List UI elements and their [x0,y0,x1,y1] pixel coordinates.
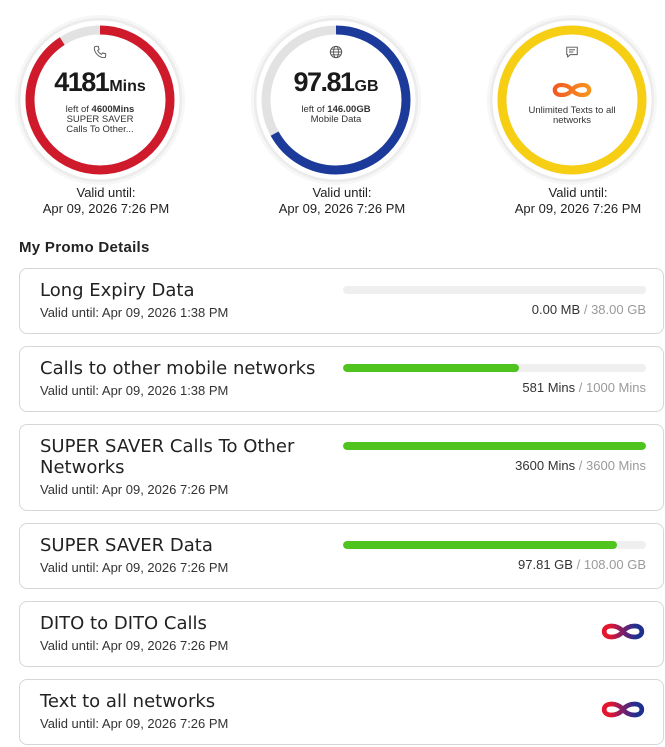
promo-usage: 581 Mins / 1000 Mins [343,358,646,399]
promo-validity: Valid until: Apr 09, 2026 7:26 PM [40,638,229,653]
remaining-unit: GB [354,78,379,95]
promo-name: Calls to other mobile networks [40,358,316,379]
progress-bar [343,364,646,372]
promo-usage: 0.00 MB / 38.00 GB [343,280,646,321]
promo-name: SUPER SAVER Data [40,535,213,556]
promo-validity: Valid until: Apr 09, 2026 1:38 PM [40,305,229,320]
promo-info: Long Expiry Data Valid until: Apr 09, 20… [40,280,340,321]
progress-fill [343,442,646,450]
progress-bar [343,442,646,450]
gauge-remaining: 97.81GB [246,66,426,103]
gauge-texts[interactable]: Unlimited Texts to all networks Valid un… [482,0,662,222]
usage-amount: 0.00 MB / 38.00 GB [343,302,646,318]
promo-name: Long Expiry Data [40,280,195,301]
remaining-unit: Mins [109,78,146,95]
promo-usage: 97.81 GB / 108.00 GB [343,535,646,576]
total-amount: 38.00 GB [591,302,646,317]
remaining-amount: 0.00 MB [531,302,581,317]
amount-separator: / [576,557,581,572]
remaining-value: 4181 [54,67,110,97]
promo-card[interactable]: SUPER SAVER Data Valid until: Apr 09, 20… [19,523,664,589]
valid-until-date: Apr 09, 2026 7:26 PM [42,201,170,216]
promo-name: Text to all networks [40,691,216,712]
remaining-amount: 581 Mins [522,380,576,395]
infinity-icon [601,701,645,718]
valid-until-label: Valid until: [312,185,372,200]
gauge-remaining: 4181Mins [10,66,190,103]
progress-bar [343,541,646,549]
promo-info: DITO to DITO Calls Valid until: Apr 09, … [40,613,340,654]
amount-separator: / [578,458,583,473]
chat-icon [565,45,579,59]
progress-fill [343,364,520,372]
remaining-amount: 97.81 GB [518,557,573,572]
globe-icon [329,45,343,59]
infinity-icon [601,623,645,640]
promo-validity: Valid until: Apr 09, 2026 7:26 PM [40,560,229,575]
amount-separator: / [583,302,588,317]
promo-info: SUPER SAVER Calls To Other Networks Vali… [40,436,340,498]
promo-name: SUPER SAVER Calls To Other Networks [40,436,295,478]
valid-until-date: Apr 09, 2026 7:26 PM [514,201,642,216]
usage-amount: 97.81 GB / 108.00 GB [343,557,646,573]
section-title: My Promo Details [19,239,150,256]
promo-info: Text to all networks Valid until: Apr 09… [40,691,340,732]
valid-until-label: Valid until: [76,185,136,200]
gauge-validity: Valid until: Apr 09, 2026 7:26 PM [252,185,432,217]
promo-card[interactable]: Calls to other mobile networks Valid unt… [19,346,664,412]
gauge-description: Unlimited Texts to all networks [528,105,616,126]
usage-amount: 581 Mins / 1000 Mins [343,380,646,396]
gauge-description-line: Mobile Data [310,114,362,125]
promo-usage [343,613,646,654]
promo-validity: Valid until: Apr 09, 2026 7:26 PM [40,482,229,497]
promo-card[interactable]: Text to all networks Valid until: Apr 09… [19,679,664,745]
promo-name: DITO to DITO Calls [40,613,207,634]
promo-info: SUPER SAVER Data Valid until: Apr 09, 20… [40,535,340,576]
amount-separator: / [578,380,583,395]
promo-card[interactable]: SUPER SAVER Calls To Other Networks Vali… [19,424,664,511]
total-amount: 3600 Mins [586,458,646,473]
infinity-icon [552,82,592,98]
promo-list: Long Expiry Data Valid until: Apr 09, 20… [19,268,664,745]
valid-until-date: Apr 09, 2026 7:26 PM [278,201,406,216]
promo-validity: Valid until: Apr 09, 2026 7:26 PM [40,716,229,731]
promo-card[interactable]: Long Expiry Data Valid until: Apr 09, 20… [19,268,664,334]
promo-info: Calls to other mobile networks Valid unt… [40,358,340,399]
gauge-validity: Valid until: Apr 09, 2026 7:26 PM [488,185,665,217]
promo-validity: Valid until: Apr 09, 2026 1:38 PM [40,383,229,398]
gauge-data[interactable]: 97.81GB left of 146.00GB Mobile Data Val… [246,0,426,222]
promo-usage: 3600 Mins / 3600 Mins [343,436,646,498]
promo-card[interactable]: DITO to DITO Calls Valid until: Apr 09, … [19,601,664,667]
remaining-value: 97.81 [293,67,355,97]
gauge-details: left of 4600Mins SUPER SAVER Calls To Ot… [10,105,190,135]
total-amount: 1000 Mins [586,380,646,395]
total-amount: 108.00 GB [583,557,646,572]
promo-usage [343,691,646,732]
gauge-description-line: Calls To Other... [66,124,134,135]
progress-bar [343,286,646,294]
gauge-calls[interactable]: 4181Mins left of 4600Mins SUPER SAVER Ca… [10,0,190,222]
usage-amount: 3600 Mins / 3600 Mins [343,458,646,474]
valid-until-label: Valid until: [548,185,608,200]
remaining-amount: 3600 Mins [515,458,576,473]
progress-fill [343,541,618,549]
phone-icon [93,45,107,59]
gauge-details: left of 146.00GB Mobile Data [246,105,426,125]
gauge-validity: Valid until: Apr 09, 2026 7:26 PM [16,185,196,217]
